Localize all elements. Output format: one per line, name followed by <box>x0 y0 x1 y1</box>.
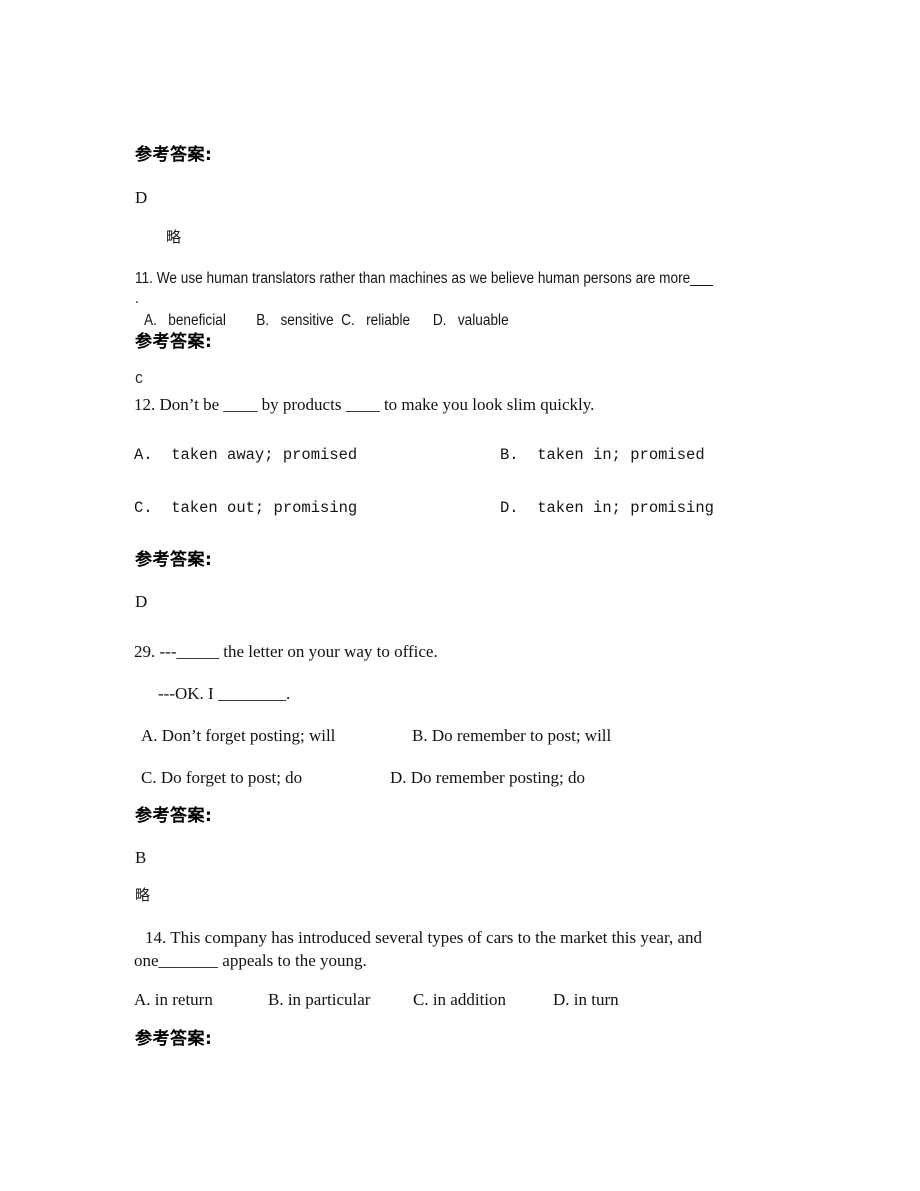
answer-label-0: 参考答案: <box>135 145 213 165</box>
question-29-option-a: A. Don’t forget posting; will <box>141 726 336 745</box>
question-14-stem-line2: one_______ appeals to the young. <box>134 951 367 970</box>
question-14-option-b: B. in particular <box>268 990 371 1009</box>
answer-value-0: D <box>135 188 148 207</box>
question-29-stem-line1: 29. ---_____ the letter on your way to o… <box>134 642 438 661</box>
answer-value-29: B <box>135 848 147 867</box>
answer-label-11: 参考答案: <box>135 332 213 352</box>
answer-note-0: 略 <box>166 228 182 246</box>
answer-note-29: 略 <box>135 886 151 904</box>
question-12-option-d: D. taken in; promising <box>500 499 714 517</box>
document-page: 参考答案: D 略 11. We use human translators r… <box>0 0 920 1191</box>
answer-label-12: 参考答案: <box>135 550 213 570</box>
question-11-options: A. beneficial B. sensitive C. reliable D… <box>144 312 509 329</box>
question-12-option-c: C. taken out; promising <box>134 499 358 517</box>
question-14-stem-line1: 14. This company has introduced several … <box>145 928 703 947</box>
question-11-stem-line2: . <box>135 290 139 307</box>
answer-label-29: 参考答案: <box>135 806 213 826</box>
question-14-option-a: A. in return <box>134 990 213 1009</box>
question-12-option-b: B. taken in; promised <box>500 446 705 464</box>
question-29-stem-line2: ---OK. I ________. <box>158 684 291 703</box>
question-29-option-b: B. Do remember to post; will <box>412 726 612 745</box>
question-29-option-c: C. Do forget to post; do <box>141 768 303 787</box>
question-11-stem-line1: 11. We use human translators rather than… <box>135 270 713 287</box>
question-29-option-d: D. Do remember posting; do <box>390 768 585 787</box>
question-14-option-c: C. in addition <box>413 990 507 1009</box>
answer-label-14: 参考答案: <box>135 1029 213 1049</box>
question-14-option-d: D. in turn <box>553 990 619 1009</box>
answer-value-12: D <box>135 592 148 611</box>
answer-value-11: C <box>135 373 144 388</box>
question-12-option-a: A. taken away; promised <box>134 446 358 464</box>
question-12-stem: 12. Don’t be ____ by products ____ to ma… <box>134 395 595 414</box>
